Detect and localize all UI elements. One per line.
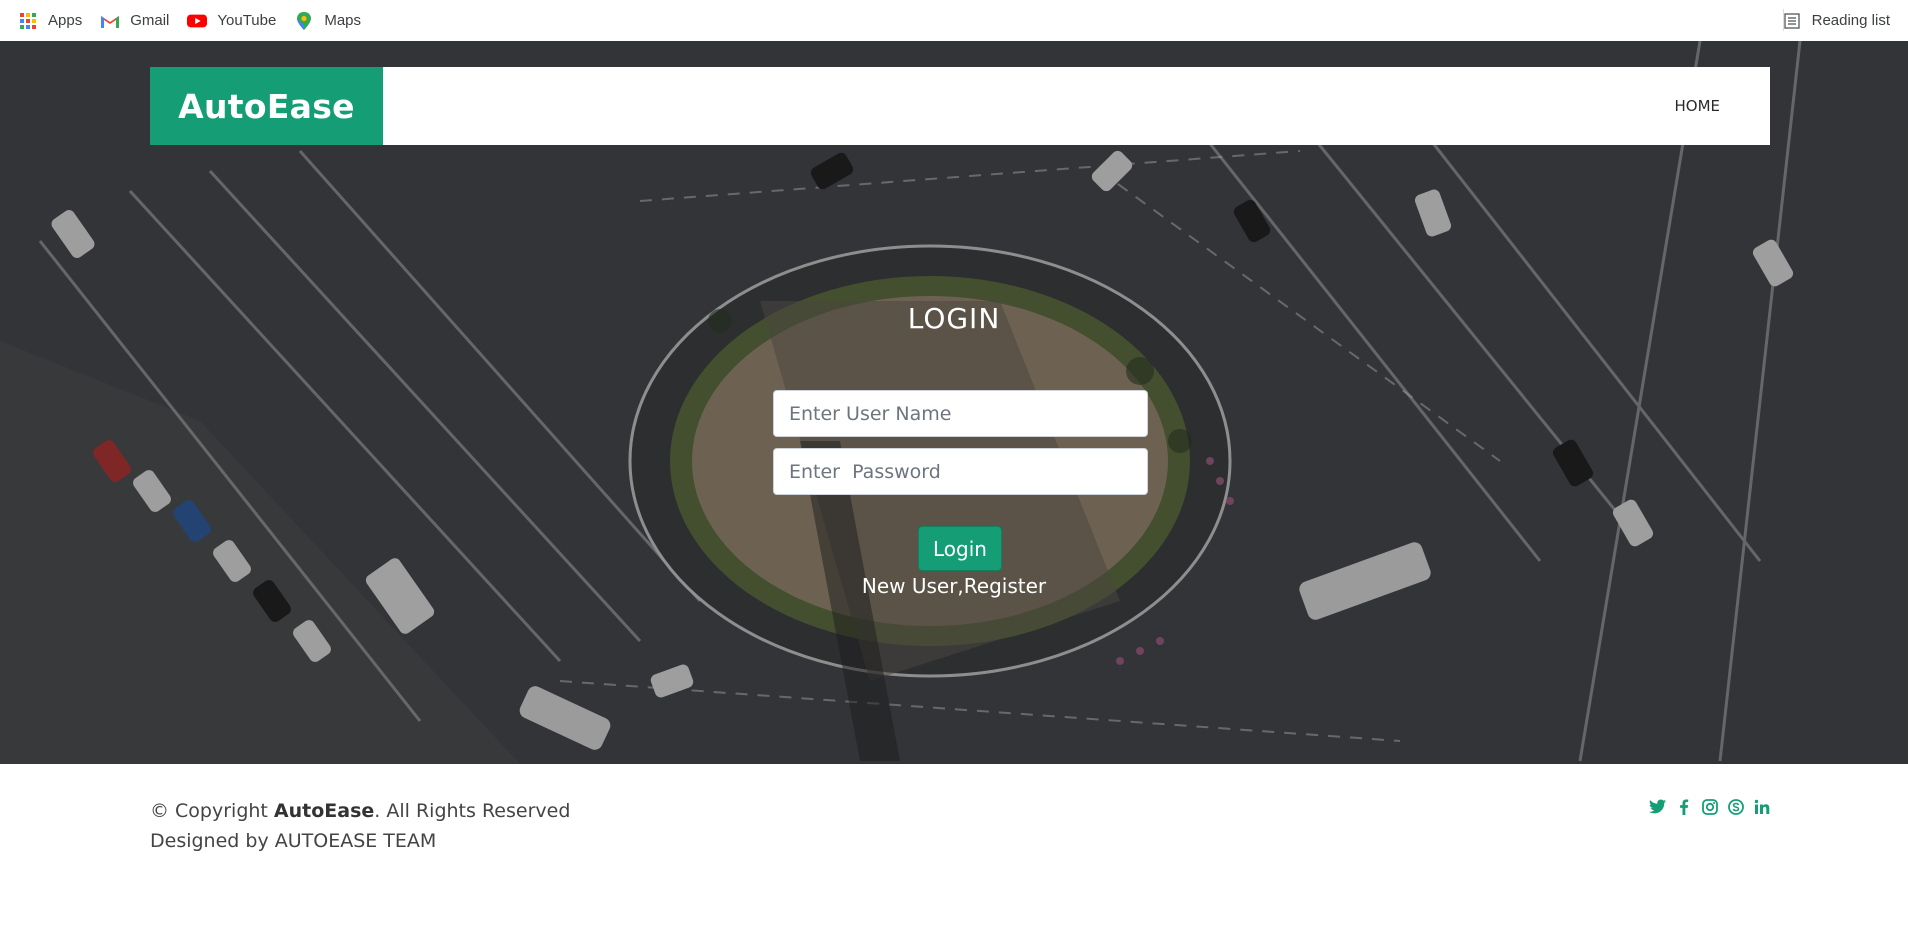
youtube-icon	[187, 11, 208, 31]
reading-list-label: Reading list	[1811, 12, 1890, 29]
apps-grid-icon	[18, 11, 38, 31]
copyright-prefix: © Copyright	[150, 800, 274, 822]
bookmark-apps[interactable]: Apps	[18, 11, 82, 31]
logo-container[interactable]: AutoEase	[150, 67, 383, 145]
site-header: AutoEase HOME	[150, 67, 1770, 145]
bookmark-label: Gmail	[130, 12, 170, 29]
username-input[interactable]	[773, 390, 1148, 437]
site-footer: © Copyright AutoEase. All Rights Reserve…	[0, 764, 1908, 938]
bookmark-label: Maps	[324, 12, 362, 29]
instagram-icon[interactable]	[1701, 798, 1718, 815]
twitter-icon[interactable]	[1649, 798, 1666, 815]
maps-icon	[294, 11, 314, 31]
reading-list-icon	[1782, 11, 1802, 31]
designed-by: Designed by AUTOEASE TEAM	[150, 830, 437, 852]
social-links	[1649, 798, 1770, 815]
facebook-icon[interactable]	[1675, 798, 1692, 815]
copyright-suffix: . All Rights Reserved	[374, 800, 571, 822]
footer-copyright: © Copyright AutoEase. All Rights Reserve…	[150, 796, 570, 856]
copyright-line: © Copyright AutoEase. All Rights Reserve…	[150, 796, 570, 826]
hero-section: AutoEase HOME LOGIN Login New User,Regis…	[0, 41, 1908, 764]
bookmark-youtube[interactable]: YouTube	[187, 11, 276, 31]
password-input[interactable]	[773, 448, 1148, 495]
bookmark-label: Apps	[48, 12, 83, 29]
bookmark-maps[interactable]: Maps	[294, 11, 361, 31]
bookmark-label: YouTube	[217, 12, 277, 29]
bookmark-gmail[interactable]: Gmail	[100, 11, 169, 31]
login-button[interactable]: Login	[918, 526, 1002, 571]
reading-list-button[interactable]: Reading list	[1782, 0, 1890, 41]
linkedin-icon[interactable]	[1753, 798, 1770, 815]
copyright-brand: AutoEase	[273, 800, 375, 822]
brand-logo[interactable]: AutoEase	[178, 87, 355, 126]
skype-icon[interactable]	[1727, 798, 1744, 815]
nav-home-link[interactable]: HOME	[1674, 67, 1720, 145]
login-title: LOGIN	[907, 302, 1001, 335]
register-link[interactable]: New User,Register	[0, 574, 1908, 598]
bookmarks-bar: Apps Gmail YouTube Maps Reading list	[0, 0, 1908, 41]
gmail-icon	[100, 11, 120, 31]
